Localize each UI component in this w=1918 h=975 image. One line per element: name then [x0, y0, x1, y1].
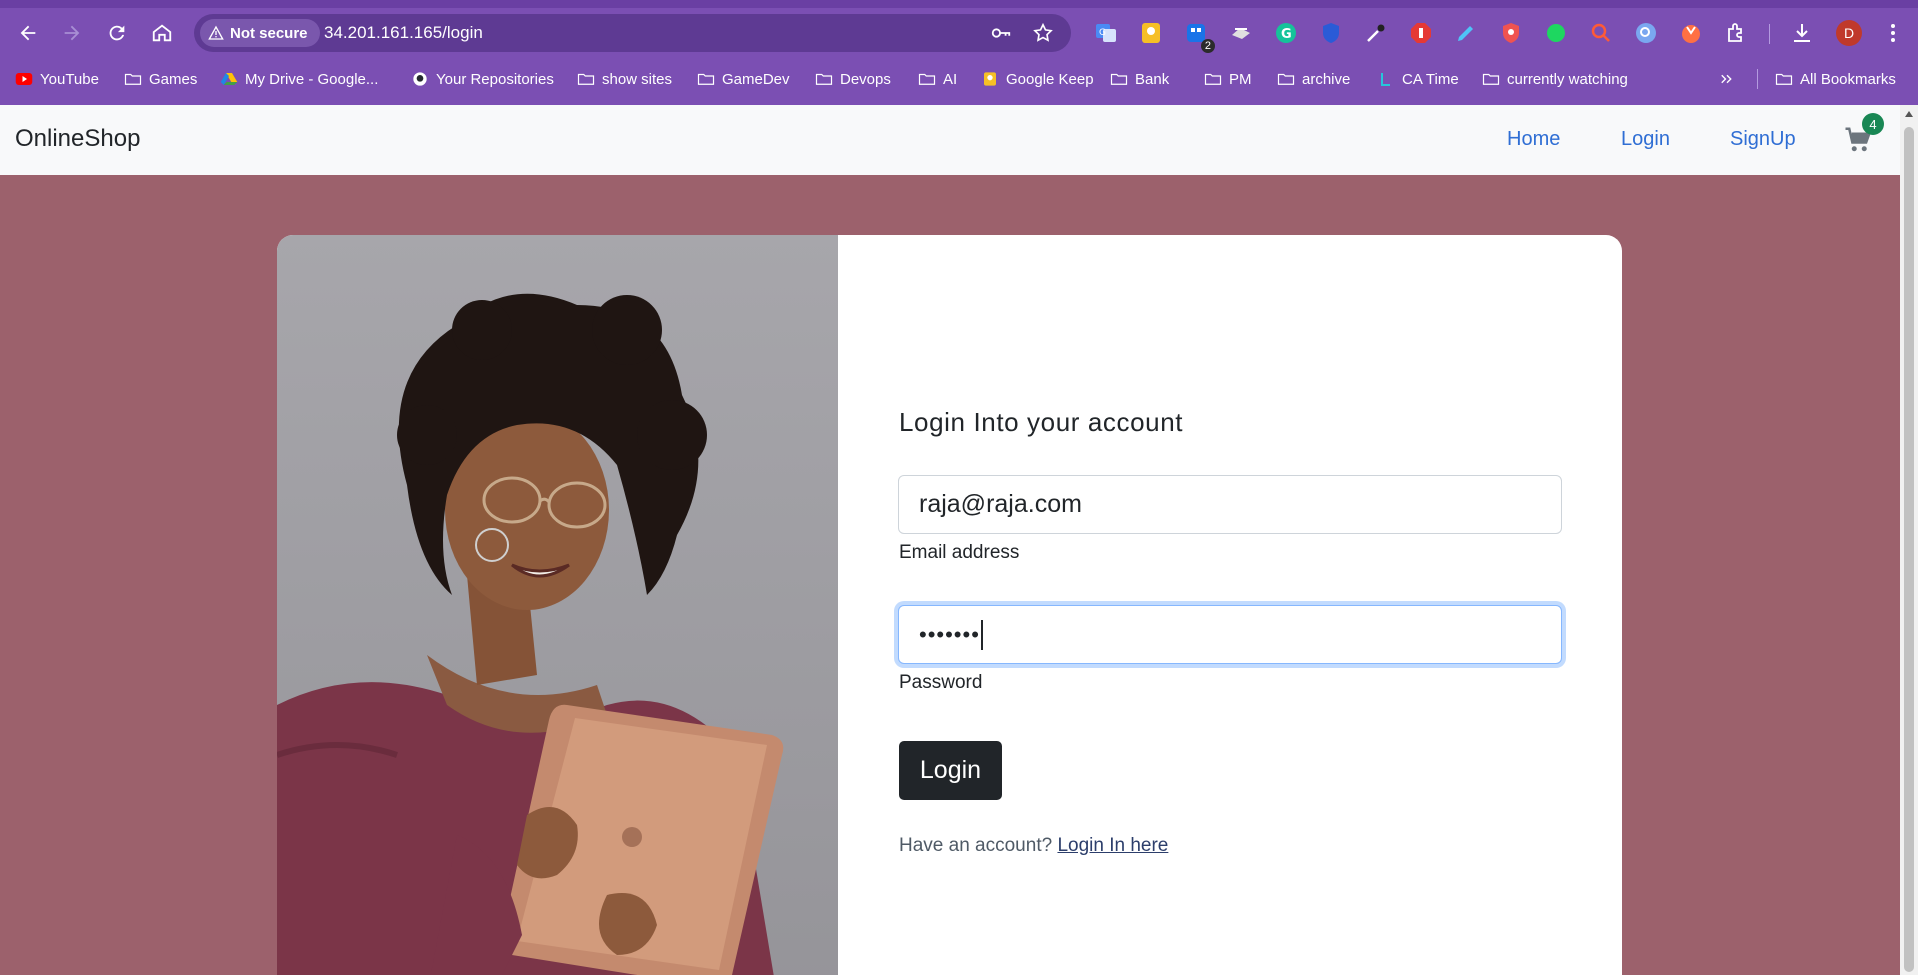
home-icon — [152, 24, 172, 42]
site-navbar: OnlineShop Home Login SignUp 4 — [0, 105, 1900, 175]
folder-icon — [577, 73, 595, 85]
folder-icon — [124, 73, 142, 85]
cart-count-badge: 4 — [1862, 113, 1884, 135]
bookmark-bank[interactable]: Bank — [1110, 68, 1169, 90]
extension-count-badge: 2 — [1200, 39, 1215, 53]
bookmark-my-drive[interactable]: My Drive - Google... — [220, 68, 378, 90]
highlighter-icon[interactable] — [1453, 20, 1479, 46]
bookmarks-overflow-button[interactable] — [1718, 68, 1736, 90]
orange-extension-icon[interactable] — [1678, 20, 1704, 46]
bookmark-games[interactable]: Games — [124, 68, 197, 90]
password-input[interactable]: ••••••• — [898, 605, 1562, 664]
folder-icon — [1277, 73, 1295, 85]
folder-icon — [918, 73, 936, 85]
double-chevron-right-icon — [1721, 74, 1732, 84]
folder-icon — [697, 73, 715, 85]
password-value: ••••••• — [919, 621, 980, 647]
account-prompt: Have an account? Login In here — [899, 835, 1168, 857]
bookmark-currently-watching[interactable]: currently watching — [1482, 68, 1628, 90]
green-dot-icon[interactable] — [1543, 20, 1569, 46]
bookmark-youtube[interactable]: YouTube — [15, 68, 99, 90]
more-menu-icon[interactable] — [1880, 20, 1906, 46]
bookmark-ai[interactable]: AI — [918, 68, 957, 90]
account-prompt-text: Have an account? — [899, 835, 1053, 856]
shield-extension-icon[interactable] — [1318, 20, 1344, 46]
google-translate-icon[interactable]: G — [1093, 20, 1119, 46]
grammarly-icon[interactable]: G — [1273, 20, 1299, 46]
address-bar[interactable]: Not secure 34.201.161.165/login — [194, 14, 1071, 52]
extension-badge-icon[interactable]: 2 — [1183, 20, 1215, 53]
bookmark-gamedev[interactable]: GameDev — [697, 68, 790, 90]
stop-hand-icon[interactable] — [1408, 20, 1434, 46]
key-icon[interactable] — [990, 22, 1012, 44]
bookmark-pm[interactable]: PM — [1204, 68, 1252, 90]
bookmark-star-icon[interactable] — [1032, 22, 1054, 44]
google-keep-extension-icon[interactable] — [1138, 20, 1164, 46]
woman-with-tablet-illustration — [277, 293, 784, 975]
folder-icon — [1204, 73, 1222, 85]
bookmark-your-repositories[interactable]: Your Repositories — [411, 68, 554, 90]
hero-photo — [277, 235, 838, 975]
bookmarks-divider — [1757, 69, 1758, 89]
bookmark-devops[interactable]: Devops — [815, 68, 891, 90]
email-value: raja@raja.com — [919, 490, 1082, 518]
brand-logo[interactable]: OnlineShop — [15, 125, 140, 153]
browser-chrome: Not secure 34.201.161.165/login G 2 G D … — [0, 0, 1918, 105]
form-title: Login Into your account — [899, 407, 1184, 437]
github-icon — [413, 72, 427, 86]
login-card: Login Into your account raja@raja.com Em… — [277, 235, 1622, 975]
security-chip[interactable]: Not secure — [200, 19, 320, 47]
back-button[interactable] — [13, 18, 43, 48]
forward-button[interactable] — [57, 18, 87, 48]
bookmark-archive[interactable]: archive — [1277, 68, 1350, 90]
google-drive-icon — [220, 73, 238, 85]
bookmark-show-sites[interactable]: show sites — [577, 68, 672, 90]
helicopter-extension-icon[interactable] — [1228, 20, 1254, 46]
home-button[interactable] — [147, 18, 177, 48]
eyedropper-icon[interactable] — [1363, 20, 1389, 46]
text-caret — [980, 619, 983, 650]
bookmark-ca-time[interactable]: CA Time — [1377, 68, 1459, 90]
login-here-link[interactable]: Login In here — [1057, 835, 1168, 856]
toolbar-divider — [1769, 24, 1770, 44]
svg-text:G: G — [1099, 28, 1106, 38]
url-text[interactable]: 34.201.161.165/login — [324, 23, 483, 43]
login-submit-button[interactable]: Login — [899, 741, 1002, 800]
arrow-right-icon — [64, 25, 80, 41]
profile-avatar[interactable]: D — [1836, 20, 1862, 46]
magnifier-extension-icon[interactable] — [1633, 20, 1659, 46]
scroll-up-arrow[interactable] — [1905, 111, 1913, 117]
scroll-thumb[interactable] — [1904, 127, 1914, 972]
tab-strip — [0, 0, 1918, 8]
nav-home-link[interactable]: Home — [1507, 128, 1560, 151]
arrow-left-icon — [20, 25, 36, 41]
youtube-icon — [15, 73, 33, 85]
extensions-puzzle-icon[interactable] — [1723, 20, 1749, 46]
reload-icon — [109, 25, 125, 41]
email-input[interactable]: raja@raja.com — [898, 475, 1562, 534]
nav-login-link[interactable]: Login — [1621, 128, 1670, 151]
downloads-icon[interactable] — [1789, 20, 1815, 46]
google-keep-icon — [984, 72, 996, 86]
folder-icon — [1110, 73, 1128, 85]
security-label: Not secure — [230, 24, 308, 42]
nav-signup-link[interactable]: SignUp — [1730, 128, 1796, 151]
folder-icon — [1482, 73, 1500, 85]
folder-icon — [815, 73, 833, 85]
shield-red-icon[interactable] — [1498, 20, 1524, 46]
svg-text:G: G — [1281, 27, 1292, 42]
bookmark-google-keep[interactable]: Google Keep — [981, 68, 1094, 90]
ca-time-icon — [1381, 73, 1390, 86]
email-label: Email address — [899, 542, 1020, 563]
page-scrollbar[interactable] — [1900, 105, 1918, 975]
folder-icon — [1775, 73, 1793, 85]
all-bookmarks-button[interactable]: All Bookmarks — [1775, 68, 1896, 90]
password-label: Password — [899, 672, 983, 693]
reload-button[interactable] — [102, 18, 132, 48]
search-extension-icon[interactable] — [1588, 20, 1614, 46]
warning-icon — [208, 25, 224, 40]
